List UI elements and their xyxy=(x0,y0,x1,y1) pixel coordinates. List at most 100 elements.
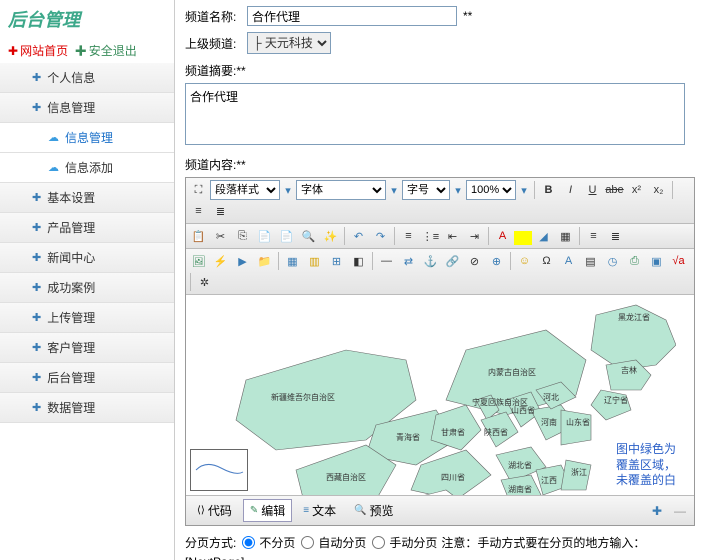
home-link[interactable]: 网站首页 xyxy=(20,44,68,58)
tab-preview[interactable]: 🔍预览 xyxy=(347,499,400,522)
excel-icon[interactable]: ▤ xyxy=(580,251,601,271)
paste-icon[interactable]: 📋 xyxy=(188,226,209,246)
menu-upload[interactable]: ✚上传管理 xyxy=(0,303,174,333)
form-icon[interactable]: ▥ xyxy=(304,251,325,271)
radio-nopage[interactable] xyxy=(242,536,255,549)
image-icon[interactable]: 🖼 xyxy=(188,251,209,271)
map-region-label: 辽宁省 xyxy=(604,395,628,405)
superscript-icon[interactable]: x² xyxy=(626,180,647,200)
link-icon[interactable]: 🔗 xyxy=(442,251,463,271)
eq-icon[interactable]: √a xyxy=(668,251,689,271)
paging-mode-label: 分页方式: xyxy=(185,534,236,551)
art-icon[interactable]: A xyxy=(558,251,579,271)
layer-icon[interactable]: ◧ xyxy=(348,251,369,271)
zoom-select[interactable]: 100% xyxy=(466,180,516,200)
pagecolor-icon[interactable]: ▦ xyxy=(555,226,576,246)
align-justify-icon[interactable]: ≣ xyxy=(605,226,626,246)
paragraph-style-select[interactable]: 段落样式 xyxy=(210,180,280,200)
map-region-label: 甘肃省 xyxy=(441,427,465,437)
marquee-icon[interactable]: ⇄ xyxy=(398,251,419,271)
tab-code[interactable]: ⟨⟩代码 xyxy=(190,499,239,522)
cloud-icon: ☁ xyxy=(48,161,59,174)
expand-icon[interactable]: ⛶ xyxy=(188,180,209,200)
underline-icon[interactable]: U xyxy=(582,180,603,200)
menu-basic[interactable]: ✚基本设置 xyxy=(0,183,174,213)
menu-customer[interactable]: ✚客户管理 xyxy=(0,333,174,363)
content-label: 频道内容:** xyxy=(185,156,700,173)
align-center-icon[interactable]: ≣ xyxy=(210,201,231,221)
menu-success[interactable]: ✚成功案例 xyxy=(0,273,174,303)
align-right-icon[interactable]: ≡ xyxy=(583,226,604,246)
outdent-icon[interactable]: ⇤ xyxy=(442,226,463,246)
template-icon[interactable]: ▣ xyxy=(646,251,667,271)
main-content: 频道名称: ** 上级频道: ├ 天元科技 频道摘要:** 合作代理 频道内容:… xyxy=(175,0,710,560)
top-links: ✚网站首页 ✚安全退出 xyxy=(0,38,174,63)
plus-icon: ✚ xyxy=(32,191,41,204)
grid-icon[interactable]: ⊞ xyxy=(326,251,347,271)
print-icon[interactable]: ⎙ xyxy=(624,251,645,271)
ul-icon[interactable]: ⋮≡ xyxy=(420,226,441,246)
paste-word-icon[interactable]: 📄 xyxy=(276,226,297,246)
cut-icon[interactable]: ✂ xyxy=(210,226,231,246)
menu-info-mgmt[interactable]: ✚信息管理 xyxy=(0,93,174,123)
dropdown-icon[interactable]: ▾ xyxy=(451,180,465,200)
summary-textarea[interactable]: 合作代理 xyxy=(185,83,685,145)
dropdown-icon[interactable]: ▾ xyxy=(281,180,295,200)
copy-icon[interactable]: ⎘ xyxy=(232,226,253,246)
redo-icon[interactable]: ↷ xyxy=(370,226,391,246)
radio-label: 自动分页 xyxy=(318,534,366,551)
align-left-icon[interactable]: ≡ xyxy=(188,201,209,221)
char-icon[interactable]: Ω xyxy=(536,251,557,271)
menu-backend[interactable]: ✚后台管理 xyxy=(0,363,174,393)
channel-name-input[interactable] xyxy=(247,6,457,26)
tab-edit[interactable]: ✎编辑 xyxy=(243,499,292,522)
find-icon[interactable]: 🔍 xyxy=(298,226,319,246)
italic-icon[interactable]: I xyxy=(560,180,581,200)
radio-autopage[interactable] xyxy=(301,536,314,549)
editor-expand-icon[interactable]: ✚ xyxy=(648,504,666,518)
editor-collapse-icon[interactable]: — xyxy=(670,504,690,518)
file-icon[interactable]: 📁 xyxy=(254,251,275,271)
flash-icon[interactable]: ⚡ xyxy=(210,251,231,271)
fontcolor-icon[interactable]: A xyxy=(492,226,513,246)
clear-icon[interactable]: ✨ xyxy=(320,226,341,246)
menu-info-add[interactable]: ☁信息添加 xyxy=(0,153,174,183)
radio-manualpage[interactable] xyxy=(372,536,385,549)
fontsize-select[interactable]: 字号 xyxy=(402,180,450,200)
font-select[interactable]: 字体 xyxy=(296,180,386,200)
table-icon[interactable]: ▦ xyxy=(282,251,303,271)
indent-icon[interactable]: ⇥ xyxy=(464,226,485,246)
subscript-icon[interactable]: x₂ xyxy=(648,180,669,200)
emoji-icon[interactable]: ☺ xyxy=(514,251,535,271)
menu-product[interactable]: ✚产品管理 xyxy=(0,213,174,243)
strike-icon[interactable]: abe xyxy=(604,180,625,200)
menu-news[interactable]: ✚新闻中心 xyxy=(0,243,174,273)
map-region-label: 山西省 xyxy=(511,405,535,415)
unlink-icon[interactable]: ⊘ xyxy=(464,251,485,271)
date-icon[interactable]: ◷ xyxy=(602,251,623,271)
tab-text[interactable]: ≡文本 xyxy=(296,499,343,522)
media-icon[interactable]: ▶ xyxy=(232,251,253,271)
exit-link[interactable]: 安全退出 xyxy=(89,44,137,58)
fill-icon[interactable]: ◢ xyxy=(533,226,554,246)
undo-icon[interactable]: ↶ xyxy=(348,226,369,246)
menu-label: 个人信息 xyxy=(47,69,95,86)
map-region-label: 吉林 xyxy=(621,365,637,375)
more-icon[interactable]: ✲ xyxy=(194,272,215,292)
map-icon[interactable]: ⊕ xyxy=(486,251,507,271)
anchor-icon[interactable]: ⚓ xyxy=(420,251,441,271)
hr-icon[interactable]: — xyxy=(376,251,397,271)
bold-icon[interactable]: B xyxy=(538,180,559,200)
editor-canvas[interactable]: 黑龙江省 吉林 辽宁省 内蒙古自治区 新疆维吾尔自治区 青海省 西藏自治区 甘肃… xyxy=(186,295,694,495)
parent-channel-select[interactable]: ├ 天元科技 xyxy=(247,32,331,54)
menu-info-mgmt-sub[interactable]: ☁信息管理 xyxy=(0,123,174,153)
plus-icon: ✚ xyxy=(32,101,41,114)
menu-data[interactable]: ✚数据管理 xyxy=(0,393,174,423)
bgcolor-icon[interactable] xyxy=(514,231,532,245)
paste-text-icon[interactable]: 📄 xyxy=(254,226,275,246)
ol-icon[interactable]: ≡ xyxy=(398,226,419,246)
dropdown-icon[interactable]: ▾ xyxy=(387,180,401,200)
menu-personal[interactable]: ✚个人信息 xyxy=(0,63,174,93)
dropdown-icon[interactable]: ▾ xyxy=(517,180,531,200)
map-region-label: 陕西省 xyxy=(484,427,508,437)
